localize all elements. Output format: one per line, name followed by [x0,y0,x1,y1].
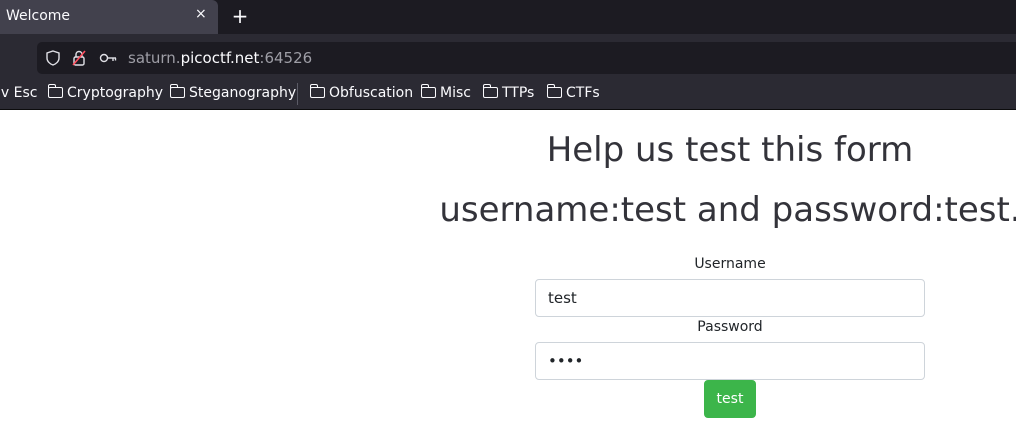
folder-icon [483,84,498,98]
bookmark-label: Cryptography [67,85,164,101]
insecure-lock-icon[interactable] [72,50,86,69]
folder-icon [48,84,63,98]
password-field[interactable] [535,342,925,380]
folder-icon [421,84,436,98]
close-icon[interactable]: × [195,6,207,22]
tab-title: Welcome [6,8,71,24]
page-content: Help us test this form username:test and… [0,110,1016,438]
tab-welcome[interactable]: Welcome × [0,0,218,34]
bookmark-label: TTPs [502,85,535,101]
bookmark-label: Misc [440,85,471,101]
url-subdomain: saturn. [128,49,181,67]
folder-icon [170,84,185,98]
bookmark-label: Steganography [189,85,297,101]
page-subtitle: username:test and password:test. [439,190,1016,230]
password-label: Password [697,319,763,335]
bookmark-label: iv Esc [0,85,38,101]
url-port: :64526 [259,49,313,67]
bookmark-priv-esc[interactable]: iv Esc [0,85,37,101]
tab-strip: Welcome × + [0,0,1016,34]
username-field[interactable] [535,279,925,317]
bookmark-ctfs[interactable]: CTFs [547,84,600,101]
folder-icon [310,84,325,98]
url-host: picoctf.net [180,49,260,67]
bookmark-cryptography[interactable]: Cryptography [48,84,164,101]
url-text[interactable]: saturn.picoctf.net:64526 [128,49,312,67]
navigation-bar: saturn.picoctf.net:64526 [0,34,1016,78]
new-tab-icon[interactable]: + [230,4,250,28]
key-icon[interactable] [99,50,117,69]
bookmarks-toolbar: iv Esc Cryptography Steganography Obfusc… [0,78,1016,110]
bookmark-steganography[interactable]: Steganography [170,84,297,101]
shield-icon[interactable] [46,50,60,69]
username-label: Username [694,256,766,272]
bookmark-ttps[interactable]: TTPs [483,84,535,101]
address-bar[interactable]: saturn.picoctf.net:64526 [37,42,1016,74]
bookmark-label: Obfuscation [329,85,414,101]
submit-button[interactable]: test [704,380,756,418]
bookmark-obfuscation[interactable]: Obfuscation [310,84,414,101]
bookmark-label: CTFs [566,85,600,101]
folder-icon [547,84,562,98]
bookmark-misc[interactable]: Misc [421,84,471,101]
bookmarks-separator [297,83,298,105]
page-title: Help us test this form [546,130,914,170]
